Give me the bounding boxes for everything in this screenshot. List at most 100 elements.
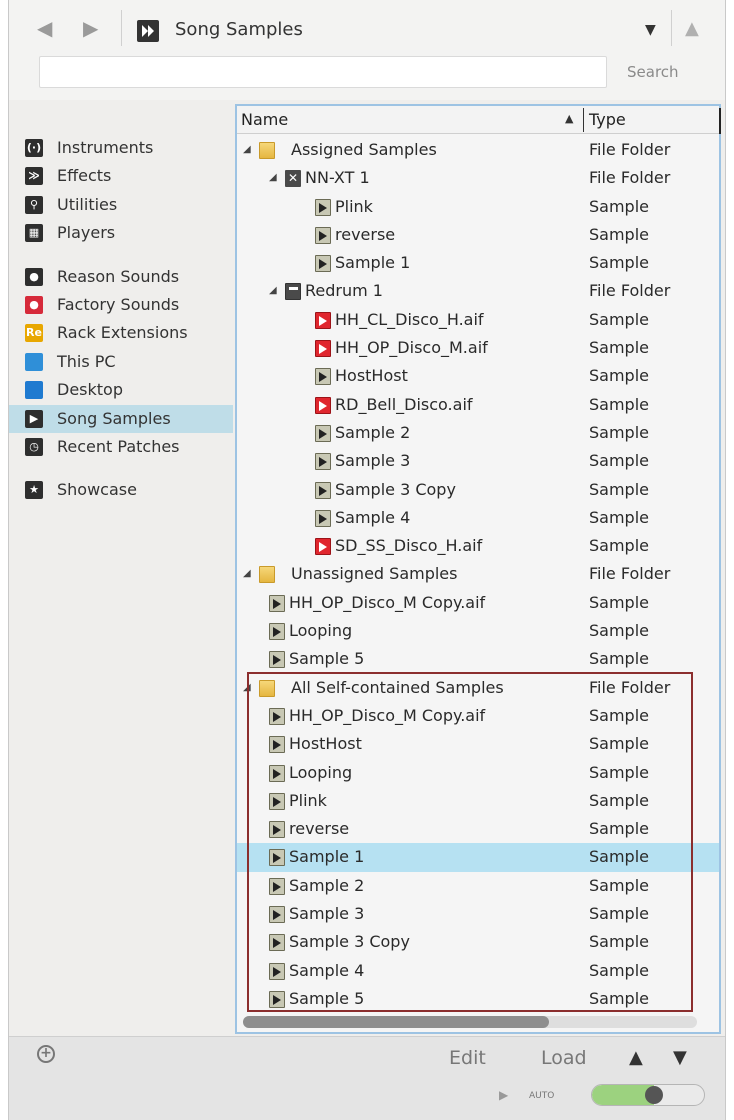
file-type: Sample xyxy=(589,649,649,669)
sample-row[interactable]: HostHost Sample xyxy=(237,362,719,390)
search-input[interactable] xyxy=(39,56,607,88)
sample-row[interactable]: Sample 5 Sample xyxy=(237,985,719,1013)
sidebar-item-rack-extensions[interactable]: Re Rack Extensions xyxy=(9,319,233,347)
expand-toggle-icon[interactable]: ◢ xyxy=(243,674,251,702)
file-type: Sample xyxy=(589,904,649,924)
column-header-type[interactable]: Type xyxy=(589,110,626,129)
sample-row[interactable]: Sample 3 Copy Sample xyxy=(237,928,719,956)
folder-row[interactable]: ◢ ✕ NN-XT 1 File Folder xyxy=(237,164,719,192)
song-samples-icon xyxy=(137,20,159,42)
sample-row[interactable]: RD_Bell_Disco.aif Sample xyxy=(237,391,719,419)
sample-icon xyxy=(315,481,331,499)
expand-toggle-icon[interactable]: ◢ xyxy=(243,560,251,588)
folder-row[interactable]: ◢ Redrum 1 File Folder xyxy=(237,277,719,305)
load-button[interactable]: Load xyxy=(541,1047,587,1069)
file-type: File Folder xyxy=(589,168,671,188)
sidebar-item-this-pc[interactable]: This PC xyxy=(9,348,233,376)
sample-row[interactable]: Sample 4 Sample xyxy=(237,957,719,985)
file-name: HH_CL_Disco_H.aif xyxy=(335,309,484,329)
next-patch-icon[interactable]: ▼ xyxy=(673,1047,687,1068)
add-icon[interactable]: + xyxy=(37,1045,55,1063)
sidebar-item-song-samples[interactable]: ▶ Song Samples xyxy=(9,404,233,433)
sample-icon xyxy=(269,792,285,810)
sample-row[interactable]: HH_OP_Disco_M Copy.aif Sample xyxy=(237,589,719,617)
expand-toggle-icon[interactable]: ◢ xyxy=(269,277,277,305)
sample-row[interactable]: Sample 3 Copy Sample xyxy=(237,476,719,504)
sidebar: (·) Instruments ≫ Effects ⚲ Utilities ▦ Players… xyxy=(9,134,233,505)
sample-row[interactable]: reverse Sample xyxy=(237,221,719,249)
auto-toggle[interactable] xyxy=(591,1084,705,1106)
sample-row[interactable]: Sample 2 Sample xyxy=(237,872,719,900)
sidebar-item-players[interactable]: ▦ Players xyxy=(9,219,233,247)
file-name: All Self-contained Samples xyxy=(291,677,504,697)
file-list: Name ▲ Type ◢ Assigned Samples File Folder… xyxy=(235,104,721,1034)
sample-row[interactable]: Sample 5 Sample xyxy=(237,645,719,673)
up-arrow-icon[interactable]: ▲ xyxy=(685,18,699,39)
browser-window: ◀ ▶ Song Samples ▼ ▲ Search (·) Instrumen… xyxy=(8,0,726,1120)
sample-row[interactable]: HH_OP_Disco_M Copy.aif Sample xyxy=(237,702,719,730)
sample-row[interactable]: Plink Sample xyxy=(237,193,719,221)
sidebar-item-effects[interactable]: ≫ Effects xyxy=(9,162,233,190)
sample-icon xyxy=(315,509,331,527)
sample-row[interactable]: Sample 2 Sample xyxy=(237,419,719,447)
sample-row[interactable]: HH_OP_Disco_M.aif Sample xyxy=(237,334,719,362)
sample-row[interactable]: SD_SS_Disco_H.aif Sample xyxy=(237,532,719,560)
sidebar-item-desktop[interactable]: Desktop xyxy=(9,376,233,404)
sample-icon xyxy=(315,255,331,273)
column-divider[interactable] xyxy=(719,108,721,134)
column-header-name[interactable]: Name xyxy=(241,110,288,129)
edit-button[interactable]: Edit xyxy=(449,1047,486,1069)
file-name: Sample 1 xyxy=(335,253,411,273)
list-header: Name ▲ Type xyxy=(237,106,721,134)
sample-icon xyxy=(269,764,285,782)
sidebar-item-reason-sounds[interactable]: ● Reason Sounds xyxy=(9,263,233,291)
chevron-down-icon[interactable]: ▼ xyxy=(645,22,656,38)
expand-toggle-icon[interactable]: ◢ xyxy=(269,164,277,192)
search-button[interactable]: Search xyxy=(627,63,679,81)
sidebar-item-recent-patches[interactable]: ◷ Recent Patches xyxy=(9,433,233,461)
forward-icon[interactable]: ▶ xyxy=(83,18,98,38)
sample-icon xyxy=(315,453,331,471)
reason-sounds-icon: ● xyxy=(25,267,43,286)
sidebar-item-instruments[interactable]: (·) Instruments xyxy=(9,134,233,162)
sample-row[interactable]: Sample 1 Sample xyxy=(237,249,719,277)
sample-row[interactable]: Plink Sample xyxy=(237,787,719,815)
file-type: Sample xyxy=(589,705,649,725)
sample-row[interactable]: Sample 3 Sample xyxy=(237,447,719,475)
file-type: Sample xyxy=(589,338,649,358)
file-name: HostHost xyxy=(289,734,362,754)
sidebar-item-utilities[interactable]: ⚲ Utilities xyxy=(9,191,233,219)
scrollbar-thumb[interactable] xyxy=(243,1016,549,1028)
file-type: Sample xyxy=(589,960,649,980)
horizontal-scrollbar[interactable] xyxy=(243,1016,697,1028)
play-icon[interactable]: ▶ xyxy=(499,1088,508,1102)
effects-icon: ≫ xyxy=(25,167,43,186)
file-type: Sample xyxy=(589,309,649,329)
folder-row[interactable]: ◢ Unassigned Samples File Folder xyxy=(237,560,719,588)
file-name: reverse xyxy=(335,224,396,244)
sample-row[interactable]: Looping Sample xyxy=(237,759,719,787)
file-type: File Folder xyxy=(589,677,671,697)
folder-row[interactable]: ◢ All Self-contained Samples File Folder xyxy=(237,674,719,702)
sample-row[interactable]: HostHost Sample xyxy=(237,730,719,758)
nnxt-device-icon: ✕ xyxy=(285,170,301,188)
folder-row[interactable]: ◢ Assigned Samples File Folder xyxy=(237,136,719,164)
nav-divider xyxy=(121,10,122,46)
aif-sample-icon xyxy=(315,311,331,329)
sidebar-item-factory-sounds[interactable]: ● Factory Sounds xyxy=(9,291,233,319)
sample-row[interactable]: Sample 4 Sample xyxy=(237,504,719,532)
sample-row[interactable]: reverse Sample xyxy=(237,815,719,843)
sample-row[interactable]: HH_CL_Disco_H.aif Sample xyxy=(237,306,719,334)
file-name: Sample 4 xyxy=(335,507,411,527)
sample-row[interactable]: Sample 1 Sample xyxy=(237,843,719,872)
expand-toggle-icon[interactable]: ◢ xyxy=(243,136,251,164)
toggle-knob[interactable] xyxy=(644,1086,663,1104)
file-name: Sample 5 xyxy=(289,988,365,1008)
sample-row[interactable]: Sample 3 Sample xyxy=(237,900,719,928)
sidebar-item-showcase[interactable]: ★ Showcase xyxy=(9,476,233,504)
file-name: NN-XT 1 xyxy=(305,168,370,188)
back-icon[interactable]: ◀ xyxy=(37,18,52,38)
column-divider[interactable] xyxy=(583,108,584,132)
sample-row[interactable]: Looping Sample xyxy=(237,617,719,645)
previous-patch-icon[interactable]: ▲ xyxy=(629,1047,643,1068)
